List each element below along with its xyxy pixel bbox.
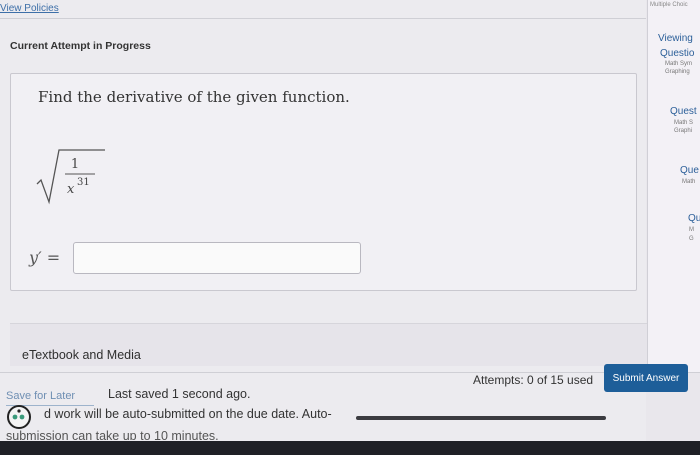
submit-answer-button[interactable]: Submit Answer <box>604 364 688 392</box>
sidebar-item-sub: Math S <box>674 120 694 126</box>
sidebar-top-label: Multiple Choic <box>650 2 688 8</box>
sidebar-item-sub: Math Sym <box>665 61 693 67</box>
scroll-indicator <box>356 416 606 420</box>
attempt-status: Current Attempt in Progress <box>10 40 151 52</box>
autosubmit-notice-continued: submission can take up to 10 minutes. <box>6 429 219 440</box>
function-expression: 1 x 31 <box>35 146 125 206</box>
last-saved-status: Last saved 1 second ago. <box>108 387 251 401</box>
view-policies-link[interactable]: View Policies <box>0 3 59 14</box>
sidebar-item-viewing[interactable]: Viewing <box>658 33 693 44</box>
etextbook-label[interactable]: eTextbook and Media <box>22 348 141 362</box>
save-for-later-link[interactable]: Save for Later <box>6 390 75 402</box>
accessibility-icon[interactable] <box>4 403 36 431</box>
question-prompt: Find the derivative of the given functio… <box>38 88 350 106</box>
question-sidebar: Multiple Choic Viewing Questio Math Sym … <box>647 0 700 372</box>
divider <box>0 372 700 373</box>
function-denominator-exponent: 31 <box>77 177 90 188</box>
sidebar-item-question-1[interactable]: Questio <box>660 48 694 59</box>
sidebar-item-sub: Graphi <box>674 128 693 134</box>
question-box: Find the derivative of the given functio… <box>10 73 637 291</box>
divider <box>0 18 646 19</box>
sidebar-item-sub: M <box>689 227 694 233</box>
sidebar-item-question-2[interactable]: Quest <box>670 106 697 117</box>
function-numerator: 1 <box>71 157 79 172</box>
sidebar-item-sub: Graphing <box>665 69 690 75</box>
sidebar-item-question-4[interactable]: Qu <box>688 213 700 224</box>
bottom-edge <box>0 441 700 455</box>
sidebar-item-sub: Math <box>682 179 696 185</box>
answer-input[interactable] <box>73 242 361 274</box>
answer-label: y′ = <box>29 248 61 267</box>
sidebar-item-question-3[interactable]: Que <box>680 165 699 176</box>
autosubmit-notice: d work will be auto-submitted on the due… <box>44 407 332 421</box>
etextbook-bar[interactable]: eTextbook and Media <box>10 323 686 366</box>
function-denominator-base: x <box>67 182 75 197</box>
attempts-counter: Attempts: 0 of 15 used <box>473 373 594 387</box>
sidebar-item-sub: G <box>689 236 694 242</box>
